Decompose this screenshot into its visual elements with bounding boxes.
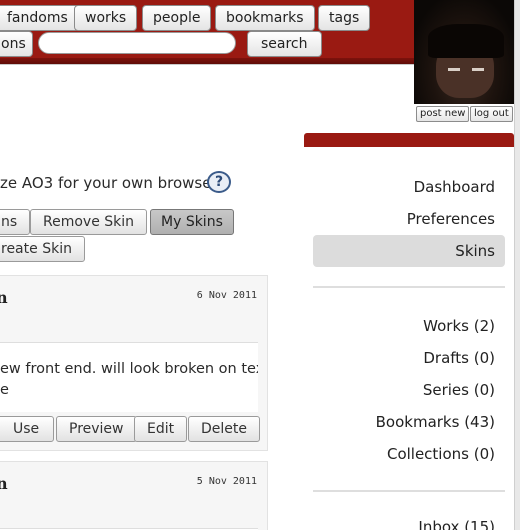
log-out-button[interactable]: log out — [470, 106, 513, 122]
post-new-button[interactable]: post new — [416, 106, 470, 122]
skin-list-item: n 5 Nov 2011 — [0, 461, 268, 530]
avatar-eye — [448, 68, 460, 71]
sidebar-item-dashboard[interactable]: Dashboard — [414, 178, 495, 196]
skin-description-line: e — [0, 382, 9, 398]
sidebar-item-works[interactable]: Works (2) — [423, 317, 495, 335]
nav-fandoms-button[interactable]: fandoms — [0, 5, 79, 31]
sidebar-item-preferences[interactable]: Preferences — [407, 210, 495, 228]
my-skins-button[interactable]: My Skins — [150, 209, 234, 235]
nav-tags-button[interactable]: tags — [318, 5, 371, 31]
skin-title[interactable]: n — [0, 474, 8, 493]
sidebar-header-bar — [304, 133, 514, 147]
avatar-hair — [428, 24, 504, 58]
skin-description-box: ew front end. will look broken on text e — [0, 342, 258, 412]
nav-bookmarks-button[interactable]: bookmarks — [215, 5, 315, 31]
sidebar-item-skins[interactable]: Skins — [455, 242, 495, 260]
skin-description-line: ew front end. will look broken on text — [0, 361, 258, 377]
search-input[interactable] — [38, 32, 236, 54]
preview-skin-button[interactable]: Preview — [56, 416, 137, 442]
skin-title[interactable]: n — [0, 288, 8, 307]
edit-skin-button[interactable]: Edit — [134, 416, 188, 442]
sidebar-item-bookmarks[interactable]: Bookmarks (43) — [376, 413, 495, 431]
nav-people-button[interactable]: people — [142, 5, 212, 31]
skin-date: 6 Nov 2011 — [196, 290, 257, 301]
header-divider — [0, 64, 414, 65]
skin-date: 5 Nov 2011 — [196, 476, 257, 487]
create-skin-button[interactable]: reate Skin — [0, 236, 85, 262]
nav-works-button[interactable]: works — [74, 5, 138, 31]
public-skins-button[interactable]: ns — [0, 209, 31, 235]
sidebar-item-series[interactable]: Series (0) — [423, 381, 495, 399]
sidebar-item-drafts[interactable]: Drafts (0) — [423, 349, 495, 367]
user-avatar-icon[interactable] — [414, 0, 514, 104]
delete-skin-button[interactable]: Delete — [188, 416, 260, 442]
sidebar-divider — [313, 286, 505, 288]
sidebar-item-collections[interactable]: Collections (0) — [387, 445, 495, 463]
sidebar-item-inbox[interactable]: Inbox (15) — [418, 518, 495, 530]
use-skin-button[interactable]: Use — [0, 416, 55, 442]
vertical-scrollbar[interactable] — [514, 0, 520, 530]
search-options-button[interactable]: ons — [0, 31, 33, 57]
avatar-eye — [472, 68, 484, 71]
sidebar-divider — [313, 490, 505, 492]
remove-skin-button[interactable]: Remove Skin — [30, 209, 148, 235]
skins-intro-text: ze AO3 for your own browser. — [0, 174, 222, 192]
search-button[interactable]: search — [247, 31, 322, 57]
help-icon[interactable]: ? — [207, 171, 231, 193]
